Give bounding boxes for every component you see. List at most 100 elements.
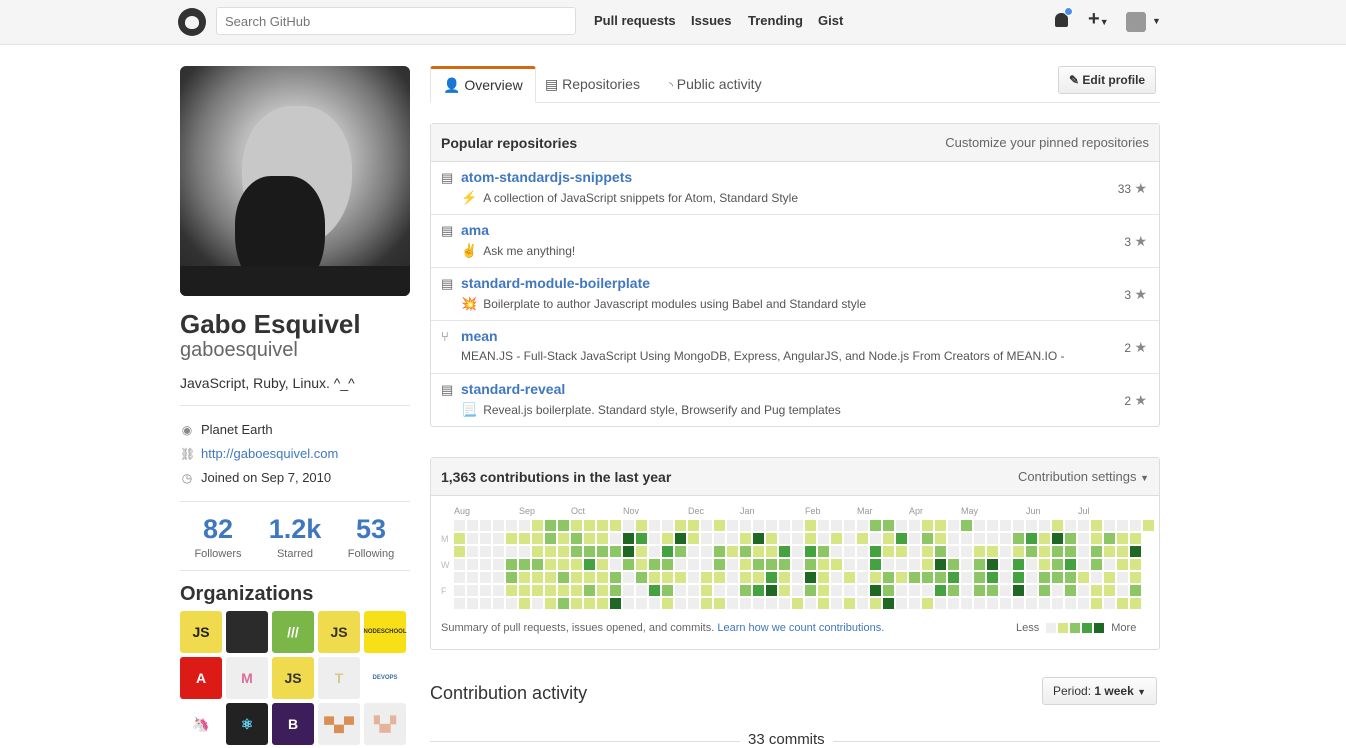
- repo-name-link[interactable]: standard-module-boilerplate: [461, 275, 650, 291]
- nav-gist[interactable]: Gist: [818, 13, 843, 28]
- contribution-day[interactable]: [558, 572, 569, 583]
- contribution-day[interactable]: [1052, 598, 1063, 609]
- contribution-day[interactable]: [1078, 585, 1089, 596]
- contribution-day[interactable]: [675, 598, 686, 609]
- contribution-day[interactable]: [883, 572, 894, 583]
- contribution-day[interactable]: [1117, 585, 1128, 596]
- contribution-day[interactable]: [649, 572, 660, 583]
- contribution-day[interactable]: [701, 559, 712, 570]
- contribution-day[interactable]: [727, 533, 738, 544]
- contribution-day[interactable]: [1026, 533, 1037, 544]
- contribution-day[interactable]: [571, 533, 582, 544]
- contribution-day[interactable]: [792, 559, 803, 570]
- contribution-day[interactable]: [844, 585, 855, 596]
- organization-avatar[interactable]: JS: [180, 611, 222, 653]
- contribution-day[interactable]: [662, 598, 673, 609]
- contribution-day[interactable]: [597, 533, 608, 544]
- contribution-day[interactable]: [506, 533, 517, 544]
- contribution-day[interactable]: [909, 533, 920, 544]
- contribution-day[interactable]: [649, 559, 660, 570]
- contribution-day[interactable]: [779, 546, 790, 557]
- contribution-day[interactable]: [740, 572, 751, 583]
- contribution-day[interactable]: [727, 546, 738, 557]
- contribution-day[interactable]: [1091, 585, 1102, 596]
- repo-stars[interactable]: 3 ★: [1124, 233, 1147, 250]
- contribution-day[interactable]: [948, 520, 959, 531]
- contribution-day[interactable]: [545, 533, 556, 544]
- contribution-day[interactable]: [961, 520, 972, 531]
- contribution-day[interactable]: [714, 585, 725, 596]
- contribution-day[interactable]: [519, 572, 530, 583]
- contribution-day[interactable]: [805, 520, 816, 531]
- contribution-day[interactable]: [467, 585, 478, 596]
- tab-overview[interactable]: 👤 Overview: [430, 66, 536, 103]
- contribution-day[interactable]: [714, 533, 725, 544]
- contribution-day[interactable]: [857, 585, 868, 596]
- contribution-day[interactable]: [753, 533, 764, 544]
- contribution-day[interactable]: [1104, 533, 1115, 544]
- contribution-day[interactable]: [896, 598, 907, 609]
- contribution-day[interactable]: [1000, 520, 1011, 531]
- contribution-day[interactable]: [675, 585, 686, 596]
- contribution-day[interactable]: [740, 598, 751, 609]
- contribution-day[interactable]: [1091, 546, 1102, 557]
- contribution-day[interactable]: [675, 559, 686, 570]
- contribution-day[interactable]: [649, 598, 660, 609]
- contribution-day[interactable]: [558, 585, 569, 596]
- contribution-day[interactable]: [532, 520, 543, 531]
- contribution-day[interactable]: [558, 559, 569, 570]
- contribution-day[interactable]: [870, 585, 881, 596]
- contribution-day[interactable]: [844, 598, 855, 609]
- contribution-day[interactable]: [506, 546, 517, 557]
- contribution-day[interactable]: [675, 533, 686, 544]
- contribution-day[interactable]: [961, 585, 972, 596]
- contribution-day[interactable]: [792, 585, 803, 596]
- organization-avatar[interactable]: JS: [272, 657, 314, 699]
- contribution-day[interactable]: [545, 585, 556, 596]
- contribution-day[interactable]: [519, 559, 530, 570]
- contribution-day[interactable]: [662, 520, 673, 531]
- contribution-day[interactable]: [1026, 559, 1037, 570]
- contribution-day[interactable]: [532, 598, 543, 609]
- contribution-day[interactable]: [493, 520, 504, 531]
- contribution-day[interactable]: [1013, 546, 1024, 557]
- contribution-day[interactable]: [688, 546, 699, 557]
- contribution-day[interactable]: [1039, 559, 1050, 570]
- contribution-day[interactable]: [1000, 572, 1011, 583]
- contribution-day[interactable]: [779, 559, 790, 570]
- contribution-day[interactable]: [1091, 533, 1102, 544]
- contribution-day[interactable]: [467, 533, 478, 544]
- contribution-day[interactable]: [779, 533, 790, 544]
- contribution-day[interactable]: [480, 533, 491, 544]
- organization-avatar[interactable]: ▀▄▀: [318, 703, 360, 745]
- contribution-day[interactable]: [974, 520, 985, 531]
- repo-name-link[interactable]: mean: [461, 328, 498, 344]
- contribution-day[interactable]: [480, 546, 491, 557]
- contribution-day[interactable]: [688, 585, 699, 596]
- contribution-day[interactable]: [480, 572, 491, 583]
- contribution-day[interactable]: [1052, 559, 1063, 570]
- contribution-day[interactable]: [818, 572, 829, 583]
- contribution-day[interactable]: [493, 546, 504, 557]
- contribution-day[interactable]: [714, 520, 725, 531]
- contribution-day[interactable]: [584, 598, 595, 609]
- contribution-day[interactable]: [857, 546, 868, 557]
- nav-issues[interactable]: Issues: [691, 13, 731, 28]
- contribution-day[interactable]: [636, 572, 647, 583]
- following-stat[interactable]: 53 Following: [333, 513, 409, 560]
- contribution-day[interactable]: [948, 585, 959, 596]
- contribution-day[interactable]: [740, 559, 751, 570]
- contribution-day[interactable]: [519, 585, 530, 596]
- contribution-day[interactable]: [1026, 520, 1037, 531]
- contribution-day[interactable]: [753, 585, 764, 596]
- contribution-day[interactable]: [844, 520, 855, 531]
- contribution-day[interactable]: [948, 546, 959, 557]
- repo-name-link[interactable]: standard-reveal: [461, 381, 565, 397]
- organization-avatar[interactable]: DEVOPS: [364, 657, 406, 699]
- contribution-day[interactable]: [571, 546, 582, 557]
- contribution-day[interactable]: [727, 559, 738, 570]
- contribution-day[interactable]: [766, 572, 777, 583]
- contribution-day[interactable]: [610, 533, 621, 544]
- contribution-day[interactable]: [883, 559, 894, 570]
- contribution-day[interactable]: [1000, 598, 1011, 609]
